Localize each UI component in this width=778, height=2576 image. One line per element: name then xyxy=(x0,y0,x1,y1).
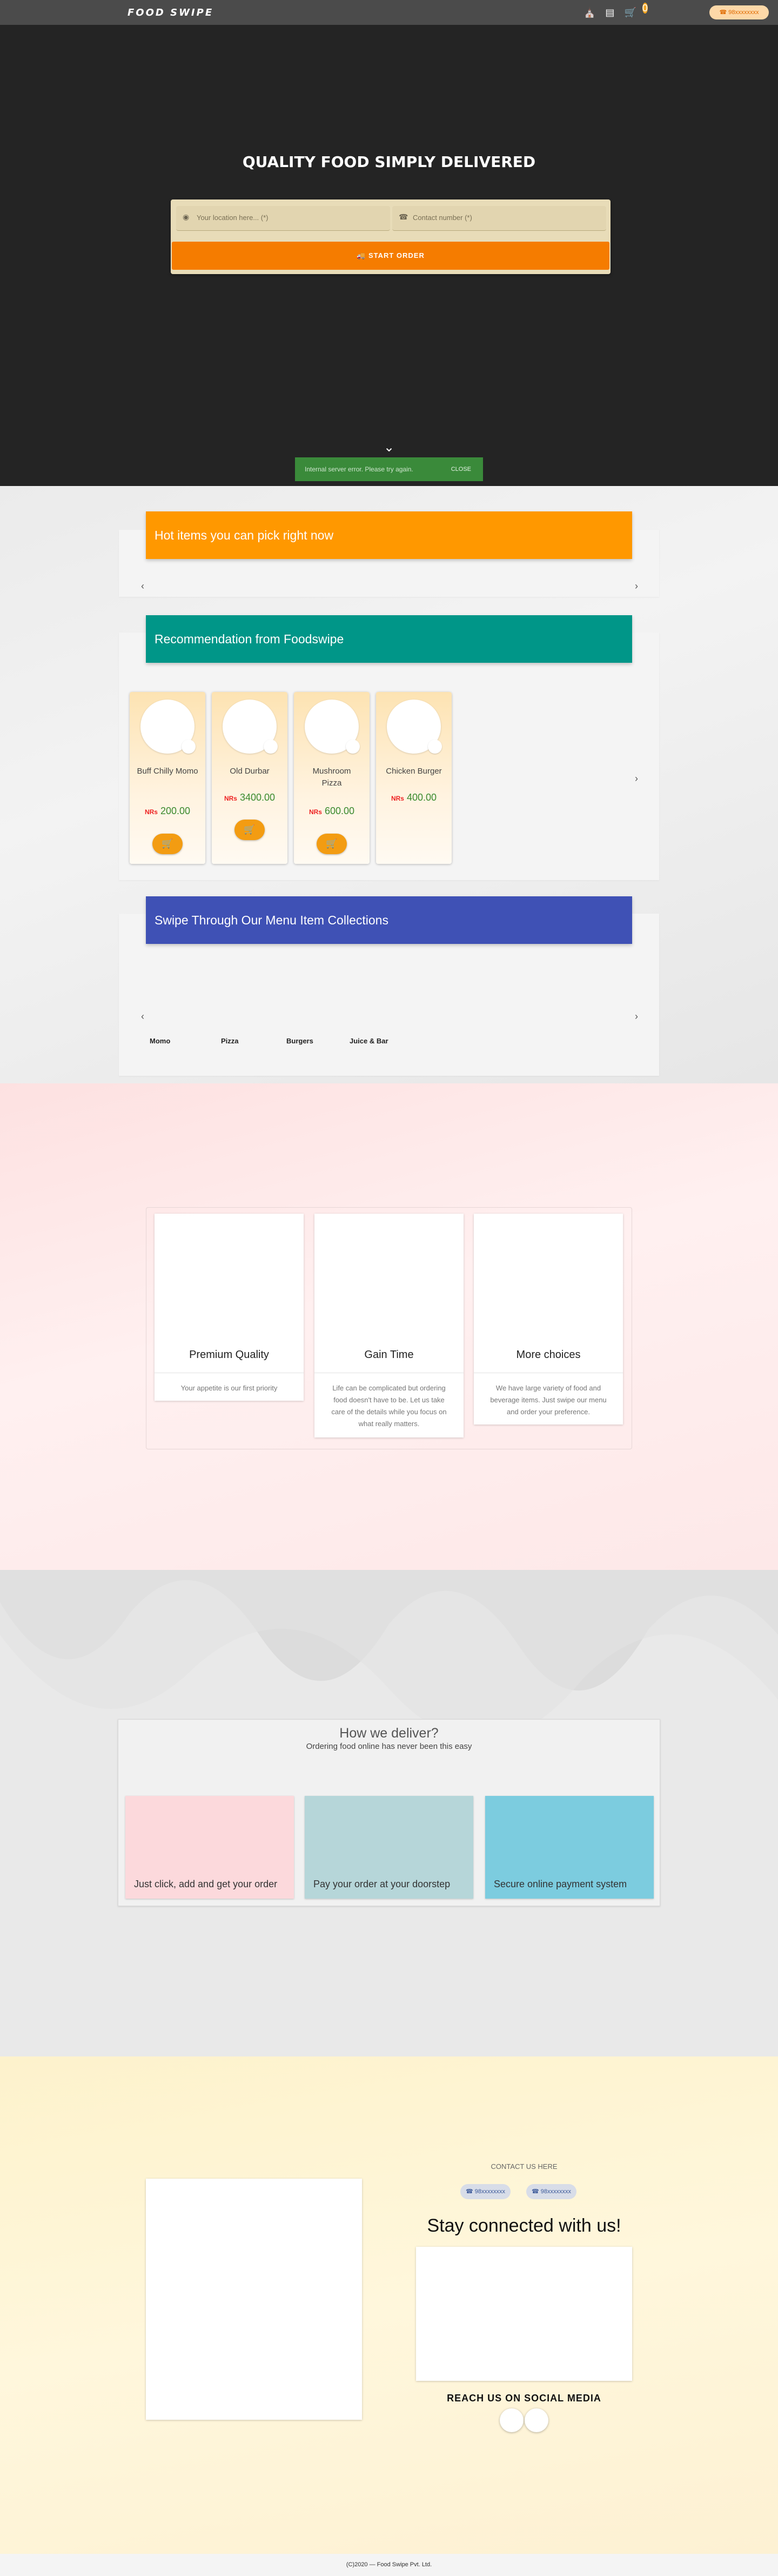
phone-icon: ☎ xyxy=(399,212,408,221)
collection-item[interactable]: Momo xyxy=(150,1037,170,1045)
contact-number-input[interactable]: ☎ Contact number (*) xyxy=(392,206,606,231)
cart-add-icon: 🛒 xyxy=(326,838,338,849)
food-name: Chicken Burger xyxy=(386,767,442,776)
collections-header: Swipe Through Our Menu Item Collections xyxy=(146,896,632,944)
store-icon[interactable]: ⛪ xyxy=(584,5,595,19)
snackbar-close-button[interactable]: CLOSE xyxy=(451,457,471,481)
location-icon: ◉ xyxy=(183,212,190,221)
contact-phone-chip[interactable]: ☎ 98xxxxxxxx xyxy=(460,2184,511,2199)
collection-item[interactable]: Juice & Bar xyxy=(350,1037,388,1045)
contact-phone-1: 98xxxxxxxx xyxy=(474,2188,506,2195)
price-value: 400.00 xyxy=(406,792,437,803)
food-price: NRs 3400.00 xyxy=(212,792,287,803)
cart-count-badge: 0 xyxy=(642,3,648,14)
food-name: Old Durbar xyxy=(230,767,270,776)
currency-label: NRs xyxy=(391,795,404,802)
deliver-step-card: Just click, add and get your order xyxy=(125,1796,294,1899)
feature-description: Your appetite is our first priority xyxy=(180,1384,278,1392)
brand-logo[interactable]: FOOD SWIPE xyxy=(128,7,213,18)
cart-add-icon: 🛒 xyxy=(244,824,256,835)
stay-connected-heading: Stay connected with us! xyxy=(427,2215,621,2236)
cart-icon[interactable]: 🛒 0 xyxy=(624,3,648,19)
food-image xyxy=(223,700,278,754)
contact-background xyxy=(0,2056,778,2554)
contact-label: CONTACT US HERE xyxy=(491,2162,558,2171)
deliver-step-card: Pay your order at your doorstep xyxy=(305,1796,473,1899)
hot-prev-arrow-icon[interactable]: ‹ xyxy=(137,581,148,592)
add-to-cart-button[interactable]: 🛒 xyxy=(234,820,265,840)
recommend-next-arrow-icon[interactable]: › xyxy=(631,773,642,784)
collections-prev-arrow-icon[interactable]: ‹ xyxy=(137,1011,148,1022)
food-name: Mushroom Pizza xyxy=(312,767,351,788)
deliver-step-label: Secure online payment system xyxy=(494,1879,627,1889)
receipt-icon[interactable]: ▤ xyxy=(605,5,614,19)
collections-next-arrow-icon[interactable]: › xyxy=(631,1011,642,1022)
start-order-label: START ORDER xyxy=(368,251,425,259)
feature-description: Life can be complicated but ordering foo… xyxy=(331,1384,447,1428)
header-icons: ⛪ ▤ 🛒 0 xyxy=(584,3,648,19)
deliver-title: How we deliver? xyxy=(339,1726,439,1741)
collection-item[interactable]: Pizza xyxy=(221,1037,239,1045)
snackbar-message: Internal server error. Please try again. xyxy=(305,465,413,473)
chevron-down-icon[interactable]: ⌄ xyxy=(382,441,396,455)
currency-label: NRs xyxy=(308,808,322,816)
add-to-cart-button[interactable]: 🛒 xyxy=(317,834,347,854)
feature-description: We have large variety of food and bevera… xyxy=(490,1384,607,1416)
feature-title: Premium Quality xyxy=(189,1349,269,1361)
food-name: Buff Chilly Momo xyxy=(137,767,198,776)
start-order-button[interactable]: 🚚 START ORDER xyxy=(172,242,609,270)
error-snackbar: Internal server error. Please try again.… xyxy=(295,457,483,481)
collection-item[interactable]: Burgers xyxy=(286,1037,313,1045)
hot-items-header: Hot items you can pick right now xyxy=(146,511,632,559)
feature-card: Gain Time Life can be complicated but or… xyxy=(314,1214,464,1437)
price-value: 200.00 xyxy=(160,806,191,816)
add-to-cart-button[interactable]: 🛒 xyxy=(152,834,183,854)
feature-card: More choices We have large variety of fo… xyxy=(474,1214,623,1425)
food-card[interactable]: Buff Chilly Momo NRs 200.00 🛒 xyxy=(130,692,205,864)
food-price: NRs 400.00 xyxy=(376,792,452,803)
hot-next-arrow-icon[interactable]: › xyxy=(631,581,642,592)
food-card[interactable]: Old Durbar NRs 3400.00 🛒 xyxy=(212,692,287,864)
footer-copyright: (C)2020 — Food Swipe Pvt. Ltd. xyxy=(346,2561,432,2568)
currency-label: NRs xyxy=(144,808,158,816)
footer: (C)2020 — Food Swipe Pvt. Ltd. xyxy=(0,2554,778,2576)
deliver-step-label: Pay your order at your doorstep xyxy=(313,1879,451,1889)
food-price: NRs 600.00 xyxy=(294,806,370,817)
top-app-bar: FOOD SWIPE ⛪ ▤ 🛒 0 ☎ 98xxxxxxxx xyxy=(0,0,778,25)
header-phone-number: 98xxxxxxxx xyxy=(728,9,759,16)
location-input[interactable]: ◉ Your location here... (*) xyxy=(176,206,390,231)
social-media-button[interactable] xyxy=(525,2408,548,2432)
price-value: 600.00 xyxy=(324,806,355,816)
hero-banner: QUALITY FOOD SIMPLY DELIVERED ◉ Your loc… xyxy=(0,25,778,486)
currency-label: NRs xyxy=(224,795,237,802)
social-feed-embed[interactable] xyxy=(416,2247,632,2381)
contact-phone-2: 98xxxxxxxx xyxy=(540,2188,572,2195)
feature-title: More choices xyxy=(516,1349,581,1361)
map-embed[interactable] xyxy=(146,2179,362,2420)
food-card[interactable]: Mushroom Pizza NRs 600.00 🛒 xyxy=(294,692,370,864)
feature-card: Premium Quality Your appetite is our fir… xyxy=(155,1214,304,1401)
feature-title: Gain Time xyxy=(364,1349,414,1361)
food-image xyxy=(140,700,196,754)
food-image xyxy=(305,700,360,754)
reach-social-heading: REACH US ON SOCIAL MEDIA xyxy=(447,2393,601,2404)
cart-add-icon: 🛒 xyxy=(162,838,173,849)
contact-placeholder: Contact number (*) xyxy=(413,214,472,222)
recommendation-header: Recommendation from Foodswipe xyxy=(146,615,632,663)
deliver-subtitle: Ordering food online has never been this… xyxy=(306,1742,472,1751)
contact-phone-chip[interactable]: ☎ 98xxxxxxxx xyxy=(526,2184,577,2199)
food-card[interactable]: Chicken Burger NRs 400.00 🛒 xyxy=(376,692,452,864)
social-media-button[interactable] xyxy=(500,2408,524,2432)
header-phone-button[interactable]: ☎ 98xxxxxxxx xyxy=(709,5,769,19)
hero-title: QUALITY FOOD SIMPLY DELIVERED xyxy=(242,153,536,171)
location-placeholder: Your location here... (*) xyxy=(197,214,269,222)
deliver-step-label: Just click, add and get your order xyxy=(134,1879,278,1889)
food-price: NRs 200.00 xyxy=(130,806,205,817)
deliver-step-card: Secure online payment system xyxy=(485,1796,654,1899)
price-value: 3400.00 xyxy=(239,792,276,803)
food-image xyxy=(387,700,442,754)
